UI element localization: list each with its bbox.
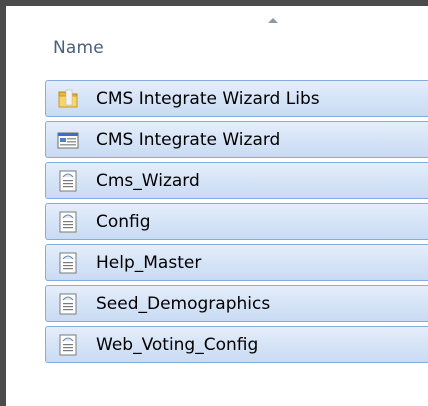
column-header[interactable]: Name (6, 6, 428, 72)
application-icon (56, 129, 80, 151)
list-item[interactable]: Cms_Wizard (45, 162, 428, 199)
list-item[interactable]: Config (45, 203, 428, 240)
config-file-icon (56, 211, 80, 233)
folder-icon (56, 88, 80, 110)
file-name: Web_Voting_Config (96, 335, 259, 355)
config-file-icon (56, 170, 80, 192)
list-item[interactable]: CMS Integrate Wizard (45, 121, 428, 158)
config-file-icon (56, 293, 80, 315)
config-file-icon (56, 252, 80, 274)
file-name: Config (96, 212, 151, 232)
config-file-icon (56, 334, 80, 356)
explorer-window: Name CMS Integrate Wizard Libs CMS Integ… (0, 0, 428, 406)
column-header-name[interactable]: Name (53, 38, 104, 58)
file-name: Cms_Wizard (96, 171, 200, 191)
list-item[interactable]: CMS Integrate Wizard Libs (45, 80, 428, 117)
file-name: Seed_Demographics (96, 294, 271, 314)
list-item[interactable]: Seed_Demographics (45, 285, 428, 322)
list-item[interactable]: Help_Master (45, 244, 428, 281)
list-item[interactable]: Web_Voting_Config (45, 326, 428, 363)
sort-ascending-icon (268, 18, 278, 23)
file-list: CMS Integrate Wizard Libs CMS Integrate … (45, 80, 428, 367)
file-name: CMS Integrate Wizard Libs (96, 89, 320, 109)
file-name: Help_Master (96, 253, 202, 273)
file-name: CMS Integrate Wizard (96, 130, 281, 150)
